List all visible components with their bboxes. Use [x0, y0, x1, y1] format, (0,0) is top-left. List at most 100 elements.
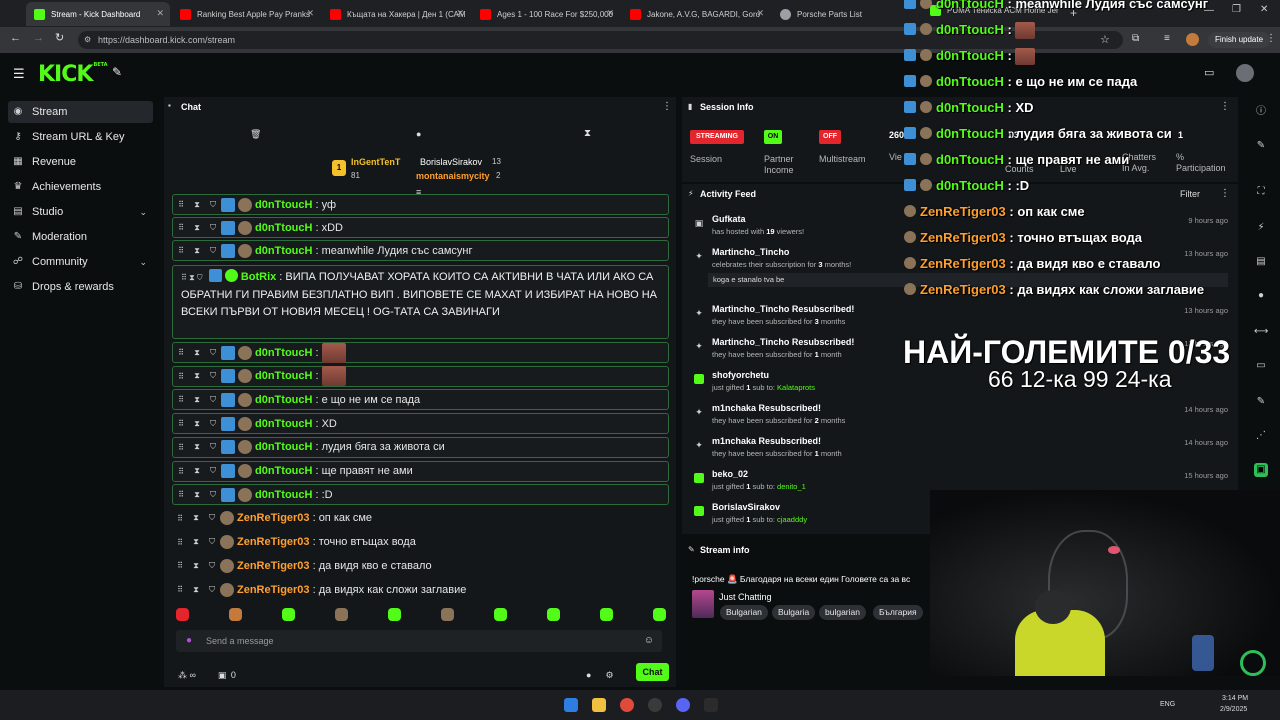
shield-icon[interactable]: ⛉: [205, 442, 221, 452]
shield-icon[interactable]: ⛉: [204, 561, 220, 571]
timeout-icon[interactable]: ⧗: [189, 419, 205, 429]
shield-icon[interactable]: ⛉: [204, 585, 220, 595]
cast-icon[interactable]: ▭: [1204, 66, 1214, 79]
sidebar-item-revenue[interactable]: ▦ Revenue: [8, 151, 153, 173]
kick-logo[interactable]: KICKBETA: [38, 62, 108, 87]
shield-icon[interactable]: ⛉: [204, 537, 220, 547]
tag-bulgaria[interactable]: Bulgaria: [772, 605, 816, 620]
clock-time[interactable]: 3:14 PM: [1222, 695, 1248, 702]
tab-close-icon[interactable]: ✕: [756, 8, 764, 19]
activity-item-name[interactable]: Martincho_Tincho: [712, 247, 789, 257]
chat-message[interactable]: ⠿ ⧗ ⛉ d0nTtoucH: е що не им се пада: [172, 389, 669, 411]
session-menu-icon[interactable]: ⋮: [1220, 101, 1230, 112]
pin-icon[interactable]: ⠿: [173, 348, 189, 357]
activity-menu-icon[interactable]: ⋮: [1220, 188, 1230, 199]
timeout-icon[interactable]: ⧗: [189, 223, 205, 233]
chat-message[interactable]: ⠿ ⧗ ⛉ d0nTtoucH: :D: [172, 484, 669, 506]
browser-tab-2[interactable]: Ranking Best Apple Pay Pranks ✕: [172, 2, 320, 26]
media-icon[interactable]: ≡: [1164, 33, 1170, 44]
sidebar-item-stream-url-key[interactable]: ⚷ Stream URL & Key: [8, 126, 153, 148]
pin-icon[interactable]: ⠿: [173, 490, 189, 499]
chat-message[interactable]: ⠿ ⧗ ⛉ d0nTtoucH: лудия бяга за живота си: [172, 436, 669, 458]
document-icon[interactable]: ▤: [1254, 255, 1268, 269]
window-close-icon[interactable]: ✕: [1260, 4, 1268, 15]
chat-message[interactable]: ⠿ ⧗ ⛉ d0nTtoucH: meanwhile Лудия със самсун…: [172, 240, 669, 261]
pin-icon[interactable]: ⠿: [172, 561, 188, 570]
expand-icon[interactable]: ⛶: [1254, 185, 1268, 199]
reload-icon[interactable]: ↻: [55, 31, 64, 44]
chat-mode-icon[interactable]: ●: [416, 129, 421, 139]
monitor-icon[interactable]: ▭: [1254, 359, 1268, 373]
hamburger-menu-icon[interactable]: ☰: [13, 66, 25, 82]
tag-bulgarian-lower[interactable]: bulgarian: [819, 605, 866, 620]
pin-icon[interactable]: ⠿: [173, 419, 189, 428]
user-avatar[interactable]: [1236, 64, 1254, 82]
browser-tab-1[interactable]: Stream - Kick Dashboard ✕: [26, 2, 170, 26]
activity-item-name[interactable]: Martincho_Tincho Resubscribed!: [712, 304, 854, 314]
activity-item-name[interactable]: shofyorchetu: [712, 370, 769, 380]
tab-close-icon[interactable]: ✕: [606, 8, 614, 19]
timeout-icon[interactable]: ⧗: [189, 490, 205, 500]
chat-menu-icon[interactable]: ⋮: [662, 101, 672, 112]
browser-tab-5[interactable]: Jakone, A.V.G, BAGARDI, Goro ✕: [622, 2, 770, 26]
pin-icon[interactable]: ⠿: [172, 585, 188, 594]
sidebar-item-studio[interactable]: ▤ Studio ⌄: [8, 201, 153, 223]
chat-message[interactable]: ⠿ ⧗ ⛉ ZenReTiger03: оп как сме: [172, 508, 669, 529]
chat-message[interactable]: ⠿ ⧗ ⛉ d0nTtoucH: xDD: [172, 217, 669, 238]
tab-close-icon[interactable]: ✕: [156, 8, 164, 19]
activity-item-name[interactable]: beko_02: [712, 469, 748, 479]
timeout-icon[interactable]: ⧗: [189, 348, 205, 358]
category-label[interactable]: Just Chatting: [719, 592, 772, 602]
timeout-icon[interactable]: ⧗: [188, 561, 204, 571]
terminal-icon[interactable]: [704, 698, 718, 712]
bookmark-star-icon[interactable]: ☆: [1100, 33, 1110, 46]
clock-date[interactable]: 2/9/2025: [1220, 706, 1247, 713]
shield-icon[interactable]: ⛉: [205, 371, 221, 381]
timeout-icon[interactable]: ⧗: [189, 371, 205, 381]
sidebar-item-stream[interactable]: ◉ Stream: [8, 101, 153, 123]
pin-icon[interactable]: ⠿ ⧗ ⛉: [181, 273, 203, 282]
chat-message[interactable]: ⠿ ⧗ ⛉ ZenReTiger03: точно втъщах вода: [172, 532, 669, 553]
activity-item-name[interactable]: BorislavSirakov: [712, 502, 780, 512]
tab-close-icon[interactable]: ✕: [456, 8, 464, 19]
sidebar-item-achievements[interactable]: ♛ Achievements: [8, 176, 153, 198]
activity-item-name[interactable]: m1nchaka Resubscribed!: [712, 403, 821, 413]
timeout-icon[interactable]: ⧗: [188, 537, 204, 547]
timeout-icon[interactable]: ⧗: [188, 513, 204, 523]
shield-icon[interactable]: ⛉: [205, 419, 221, 429]
chat-message[interactable]: ⠿ ⧗ ⛉ d0nTtoucH: XD: [172, 413, 669, 435]
forward-icon[interactable]: →: [33, 32, 44, 44]
wrench-rail-icon[interactable]: ✎: [1254, 395, 1268, 409]
language-indicator[interactable]: ENG: [1160, 701, 1175, 708]
restore-icon[interactable]: ❐: [1232, 4, 1241, 15]
add-widget-icon[interactable]: ▣: [1254, 463, 1268, 477]
timer-icon[interactable]: ⧗: [584, 128, 591, 139]
pin-icon[interactable]: ⠿: [173, 223, 189, 232]
browser-tab-6[interactable]: Porsche Parts List: [772, 2, 902, 26]
file-explorer-icon[interactable]: [592, 698, 606, 712]
chat-message[interactable]: ⠿ ⧗ ⛉ ZenReTiger03: да видя кво е ставало: [172, 555, 669, 576]
timeout-icon[interactable]: ⧗: [188, 585, 204, 595]
trash-icon[interactable]: 🗑: [250, 129, 261, 140]
timeout-icon[interactable]: ⧗: [189, 395, 205, 405]
pin-icon[interactable]: ⠿: [173, 443, 189, 452]
timeout-icon[interactable]: ⧗: [189, 246, 205, 256]
pin-icon[interactable]: ⠿: [173, 372, 189, 381]
tag-bulgaria-cyrillic[interactable]: България: [873, 605, 923, 620]
browser-tab-4[interactable]: Ages 1 - 100 Race For $250,000 ✕: [472, 2, 620, 26]
botrix-message[interactable]: ⠿ ⧗ ⛉ BotRix: ВИПА ПОЛУЧАВАТ ХОРАТА КОИТ…: [172, 265, 669, 339]
activity-item-name[interactable]: m1nchaka Resubscribed!: [712, 436, 821, 446]
wrench-header-icon[interactable]: ✎: [112, 65, 122, 79]
shield-icon[interactable]: ⛉: [205, 348, 221, 358]
sidebar-item-drops-rewards[interactable]: ⛁ Drops & rewards: [8, 276, 153, 298]
site-info-icon[interactable]: ⚙: [84, 35, 91, 44]
chat-message[interactable]: ⠿ ⧗ ⛉ d0nTtoucH: ще правят не ами: [172, 460, 669, 482]
pin-icon[interactable]: ⠿: [173, 200, 189, 209]
shield-icon[interactable]: ⛉: [205, 200, 221, 210]
pin-icon[interactable]: ⠿: [173, 246, 189, 255]
filter-button[interactable]: Filter: [1180, 189, 1200, 199]
link-icon[interactable]: ⟷: [1254, 325, 1268, 339]
sidebar-item-moderation[interactable]: ✎ Moderation: [8, 226, 153, 248]
browser-tab-3[interactable]: Къщата на Хакера | Ден 1 (САМ ✕: [322, 2, 470, 26]
shield-icon[interactable]: ⛉: [205, 246, 221, 256]
